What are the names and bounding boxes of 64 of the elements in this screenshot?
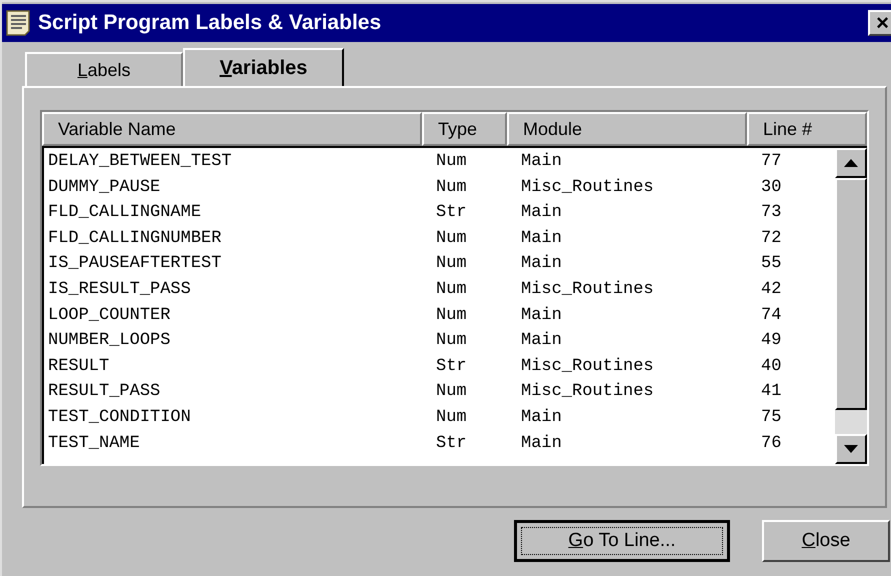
scroll-down-button[interactable]: [835, 434, 867, 464]
table-cell-text: 40: [760, 356, 782, 378]
table-cell-text: FLD_CALLINGNUMBER: [47, 228, 222, 250]
table-cell-text: Num: [435, 253, 468, 276]
scroll-bar[interactable]: [835, 148, 867, 464]
table-cell-text: FLD_CALLINGNAME: [47, 202, 202, 224]
table-cell-text: 49: [760, 330, 782, 352]
column-header[interactable]: Line #: [747, 112, 867, 146]
table-cell-text: Misc_Routines: [520, 176, 655, 199]
table-cell-text: 77: [760, 151, 782, 174]
close-button[interactable]: ×: [868, 10, 891, 36]
table-cell-text: Num: [435, 176, 468, 199]
table-cell-text: Main: [520, 406, 563, 429]
table-cell-text: 42: [760, 279, 782, 302]
column-header[interactable]: Type: [422, 112, 507, 146]
button[interactable]: Close: [762, 520, 890, 562]
table-cell-text: DELAY_BETWEEN_TEST: [47, 151, 233, 174]
table-cell-text: RESULT: [47, 356, 110, 378]
table-cell-text: Str: [435, 432, 468, 455]
table-cell-text: Main: [520, 432, 563, 455]
column-header[interactable]: Module: [507, 112, 747, 146]
table-cell-text: Num: [435, 151, 468, 174]
down-arrow-icon: [844, 445, 858, 453]
table-cell-text: Num: [435, 330, 468, 352]
scroll-thumb[interactable]: [835, 178, 867, 410]
table-cell-text: 55: [760, 253, 782, 276]
table-cell-text: 30: [760, 176, 782, 199]
table-cell-text: Main: [520, 151, 563, 174]
tab[interactable]: Labels: [25, 52, 183, 86]
table-cell-text: Main: [520, 330, 563, 352]
table-cell-text: Num: [435, 279, 468, 302]
table-cell-text: 75: [760, 406, 782, 429]
table-cell-text: 76: [760, 432, 782, 455]
tab[interactable]: Variables: [183, 48, 344, 86]
table-cell-text: Num: [435, 406, 468, 429]
table-cell-text: Num: [435, 228, 468, 250]
table-cell-text: DUMMY_PAUSE: [47, 176, 162, 199]
window-title: Script Program Labels & Variables: [38, 10, 382, 36]
table-cell-text: Misc_Routines: [520, 279, 655, 302]
table-cell-text: Num: [435, 304, 468, 327]
table-cell-text: Str: [435, 356, 468, 378]
table-cell-text: TEST_CONDITION: [47, 406, 192, 429]
button[interactable]: Go To Line...: [514, 520, 730, 562]
scroll-up-button[interactable]: [835, 148, 867, 178]
table-cell-text: TEST_NAME: [47, 432, 141, 455]
table-cell-text: Main: [520, 304, 563, 327]
table-cell-text: Main: [520, 202, 563, 224]
up-arrow-icon: [844, 159, 858, 167]
table-cell-text: 74: [760, 304, 782, 327]
table-cell-text: Main: [520, 253, 563, 276]
table-cell-text: Str: [435, 202, 468, 224]
table-cell-text: 73: [760, 202, 782, 224]
table-cell-text: Main: [520, 228, 563, 250]
table-cell-text: LOOP_COUNTER: [47, 304, 172, 327]
table-cell-text: Misc_Routines: [520, 381, 655, 404]
column-header[interactable]: Variable Name: [42, 112, 422, 146]
table-cell-text: Misc_Routines: [520, 356, 655, 378]
table-cell-text: Num: [435, 381, 468, 404]
table-cell-text: IS_RESULT_PASS: [47, 279, 192, 302]
table-cell-text: 72: [760, 228, 782, 250]
table-cell-text: IS_PAUSEAFTERTEST: [47, 253, 222, 276]
table-cell-text: RESULT_PASS: [47, 381, 162, 404]
table-cell-text: 41: [760, 381, 782, 404]
table-cell-text: NUMBER_LOOPS: [47, 330, 172, 352]
